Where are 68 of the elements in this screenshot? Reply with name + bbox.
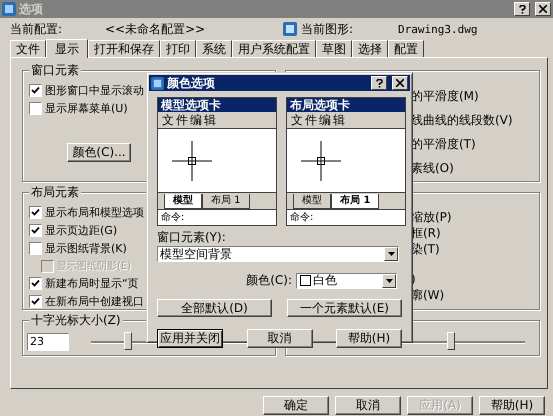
question-mark-icon bbox=[518, 4, 526, 14]
tab[interactable]: 用户系统配置 bbox=[232, 40, 316, 57]
tab[interactable]: 草图 bbox=[316, 40, 352, 57]
dialog-button[interactable]: 帮助(H) bbox=[336, 329, 402, 348]
dialog-button[interactable]: 确定 bbox=[263, 396, 329, 415]
drawing-name: Drawing3.dwg bbox=[398, 22, 478, 36]
preview-menu: 文件编辑 bbox=[287, 112, 405, 129]
element-dropdown[interactable]: 模型空间背景 bbox=[157, 246, 399, 262]
checkbox[interactable] bbox=[29, 102, 42, 115]
checkbox[interactable] bbox=[29, 206, 42, 219]
window-title: 选项 bbox=[19, 0, 43, 18]
question-mark-icon bbox=[376, 78, 382, 88]
preview-title: 模型选项卡 bbox=[158, 98, 276, 112]
command-line: 命令: bbox=[158, 209, 276, 225]
help-button[interactable] bbox=[514, 2, 530, 16]
checkbox-label: 显示屏幕菜单(U) bbox=[45, 101, 128, 116]
dialog-button[interactable]: 应用并关闭 bbox=[157, 329, 223, 348]
checkbox[interactable] bbox=[29, 277, 42, 290]
element-label: 窗口元素(Y): bbox=[157, 230, 227, 244]
checkbox-label: 图形窗口中显示滚动 bbox=[45, 83, 144, 98]
tab[interactable]: 配置 bbox=[388, 40, 424, 57]
checkbox[interactable] bbox=[29, 224, 42, 237]
close-button[interactable] bbox=[392, 76, 408, 90]
tab[interactable]: 打印 bbox=[160, 40, 196, 57]
preview-title: 布局选项卡 bbox=[287, 98, 405, 112]
crosshair-icon bbox=[301, 140, 341, 180]
slider-thumb[interactable] bbox=[124, 332, 132, 350]
checkbox-label: 显示图纸背景(K) bbox=[45, 241, 127, 256]
checkbox-label: 新建布局时显示“页 bbox=[45, 276, 139, 291]
group-title: 布局元素 bbox=[29, 185, 81, 199]
dialog-button[interactable]: 取消 bbox=[246, 329, 312, 348]
tab[interactable]: 文件 bbox=[10, 40, 46, 57]
color-label: 颜色(C): bbox=[246, 272, 292, 289]
color-swatch-icon bbox=[300, 275, 311, 286]
tab[interactable]: 选择 bbox=[352, 40, 388, 57]
slider-thumb[interactable] bbox=[447, 332, 456, 350]
checkbox-label: 显示页边距(G) bbox=[45, 223, 118, 238]
help-button[interactable] bbox=[371, 76, 387, 90]
profile-label: 当前配置: bbox=[10, 20, 64, 38]
dialog-button[interactable]: 帮助(H) bbox=[479, 396, 545, 415]
group-title: 窗口元素 bbox=[29, 63, 81, 77]
default-button[interactable]: 一个元素默认(E) bbox=[287, 299, 402, 317]
close-button[interactable] bbox=[535, 2, 551, 16]
drawing-label: 当前图形: bbox=[301, 20, 354, 38]
command-line: 命令: bbox=[287, 209, 405, 225]
checkbox-label: 显示布局和模型选项 bbox=[45, 205, 144, 220]
group-title: 十字光标大小(Z) bbox=[29, 313, 123, 327]
dialog-title: 颜色选项 bbox=[167, 74, 215, 92]
preview-menu: 文件编辑 bbox=[158, 112, 276, 129]
checkbox[interactable] bbox=[29, 295, 42, 308]
tab[interactable]: 显示 bbox=[46, 39, 88, 58]
crosshair-icon bbox=[172, 140, 212, 180]
profile-name: <<未命名配置>> bbox=[105, 20, 206, 38]
tab[interactable]: 系统 bbox=[196, 40, 232, 57]
tab[interactable]: 打开和保存 bbox=[88, 40, 160, 57]
size-input[interactable]: 23 bbox=[27, 333, 69, 351]
checkbox[interactable] bbox=[29, 84, 42, 97]
checkbox-label: 在新布局中创建视口 bbox=[45, 294, 144, 309]
dialog-button[interactable]: 取消 bbox=[335, 396, 401, 415]
color-dropdown[interactable]: 白色 bbox=[296, 272, 397, 288]
close-icon bbox=[396, 79, 404, 87]
drawing-icon bbox=[282, 21, 298, 37]
checkbox[interactable] bbox=[29, 242, 42, 255]
close-icon bbox=[539, 5, 547, 13]
default-button[interactable]: 全部默认(D) bbox=[157, 299, 272, 317]
app-icon bbox=[2, 2, 16, 16]
color-button[interactable]: 颜色(C)... bbox=[67, 143, 131, 162]
app-icon bbox=[151, 76, 164, 90]
